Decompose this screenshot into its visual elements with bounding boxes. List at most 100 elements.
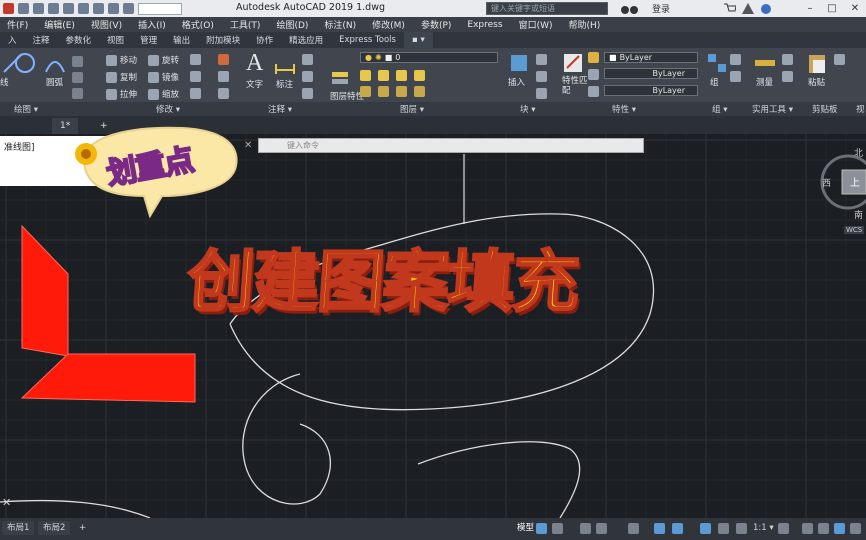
a360-icon[interactable]	[742, 3, 754, 14]
tab-more-icon[interactable]: ▪ ▾	[403, 32, 433, 48]
match-properties-label[interactable]: 特性匹配	[562, 76, 588, 96]
group-edit-icon[interactable]	[730, 71, 741, 82]
panel-properties[interactable]: 特性 ▾	[612, 103, 636, 115]
tab-layout1[interactable]: 布局1	[2, 521, 35, 535]
layer-isolate-icon[interactable]	[414, 70, 425, 81]
panel-block[interactable]: 块 ▾	[520, 103, 535, 115]
redo-icon[interactable]	[123, 3, 134, 14]
panel-group[interactable]: 组 ▾	[712, 103, 727, 115]
move-button[interactable]: 移动	[106, 54, 137, 66]
ortho-icon[interactable]	[580, 523, 591, 534]
color-palette-icon[interactable]	[588, 52, 599, 63]
layer-previous-icon[interactable]	[378, 86, 389, 97]
snap-icon[interactable]	[552, 523, 563, 534]
compass-west[interactable]: 西	[822, 176, 831, 189]
copy-button[interactable]: 复制	[106, 71, 137, 83]
menu-parametric[interactable]: 参数(P)	[414, 18, 460, 31]
tab-annotate[interactable]: 注释	[25, 34, 58, 46]
attribute-icon[interactable]	[536, 88, 547, 99]
customize-icon[interactable]	[850, 523, 861, 534]
mirror-button[interactable]: 镜像	[148, 71, 179, 83]
measure-label[interactable]: 测量	[756, 76, 773, 88]
isodraft-icon[interactable]	[628, 523, 639, 534]
isolate-objects-icon[interactable]	[834, 523, 845, 534]
menu-insert[interactable]: 插入(I)	[131, 18, 175, 31]
menu-express[interactable]: Express	[460, 20, 511, 30]
tab-collaborate[interactable]: 协作	[248, 34, 281, 46]
menu-format[interactable]: 格式(O)	[175, 18, 223, 31]
insert-label[interactable]: 插入	[508, 76, 525, 88]
command-input[interactable]: 键入命令	[258, 138, 644, 153]
menu-dimension[interactable]: 标注(N)	[317, 18, 365, 31]
menu-help[interactable]: 帮助(H)	[561, 18, 609, 31]
save-as-icon[interactable]	[63, 3, 74, 14]
lineweight-icon[interactable]	[588, 86, 599, 97]
help-icon[interactable]	[760, 3, 772, 14]
model-space-button[interactable]: 模型	[512, 521, 539, 535]
table-icon[interactable]	[302, 71, 313, 82]
menu-window[interactable]: 窗口(W)	[512, 18, 562, 31]
menu-edit[interactable]: 编辑(E)	[37, 18, 84, 31]
paste-icon[interactable]	[806, 52, 828, 74]
polygon-icon[interactable]	[72, 88, 83, 99]
stretch-button[interactable]: 拉伸	[106, 88, 137, 100]
dimension-icon[interactable]	[274, 54, 296, 76]
ungroup-icon[interactable]	[730, 54, 741, 65]
tab-insert[interactable]: 入	[0, 34, 25, 46]
color-combo[interactable]: ■ ByLayer	[604, 52, 698, 63]
offset-icon[interactable]	[218, 88, 229, 99]
tab-express-tools[interactable]: Express Tools	[331, 35, 404, 45]
circle-icon[interactable]	[14, 52, 36, 74]
spline-curve-3[interactable]	[417, 441, 581, 518]
arc-label[interactable]: 圆弧	[46, 76, 63, 88]
layer-properties-label[interactable]: 图层特性	[330, 92, 364, 102]
tab-featured-apps[interactable]: 精选应用	[281, 34, 331, 46]
match-properties-icon[interactable]	[562, 52, 584, 74]
hatch-horizontal-leg[interactable]	[20, 353, 196, 403]
print-icon[interactable]	[93, 3, 104, 14]
cart-icon[interactable]	[724, 3, 736, 14]
scale-button[interactable]: 缩放	[148, 88, 179, 100]
leader-icon[interactable]	[302, 54, 313, 65]
menu-view[interactable]: 视图(V)	[84, 18, 131, 31]
linetype-combo[interactable]: ByLayer	[604, 68, 698, 79]
grid-icon[interactable]	[536, 523, 547, 534]
undo-icon[interactable]	[108, 3, 119, 14]
lineweight-combo[interactable]: ByLayer	[604, 85, 698, 96]
minimize-button[interactable]: –	[800, 0, 820, 17]
layer-match-icon[interactable]	[360, 86, 371, 97]
object-snap-icon[interactable]	[672, 523, 683, 534]
compass-south[interactable]: 南	[854, 208, 863, 221]
group-icon[interactable]	[706, 52, 728, 74]
wcs-menu[interactable]: WCS	[844, 226, 865, 234]
units-icon[interactable]	[818, 523, 829, 534]
workspace-gear-icon[interactable]	[778, 523, 789, 534]
annotation-scale-icon[interactable]	[736, 523, 747, 534]
polar-icon[interactable]	[596, 523, 607, 534]
panel-draw[interactable]: 绘图 ▾	[14, 103, 38, 115]
layer-merge-icon[interactable]	[414, 86, 425, 97]
panel-modify[interactable]: 修改 ▾	[156, 103, 180, 115]
new-icon[interactable]	[18, 3, 29, 14]
add-layout-button[interactable]: +	[74, 521, 91, 535]
app-menu-icon[interactable]	[3, 3, 14, 14]
panel-view[interactable]: 视	[856, 103, 865, 115]
copy-clip-icon[interactable]	[834, 54, 845, 65]
rotate-button[interactable]: 旋转	[148, 54, 179, 66]
panel-utilities[interactable]: 实用工具 ▾	[752, 103, 793, 115]
hatch-icon[interactable]	[72, 72, 83, 83]
edit-block-icon[interactable]	[536, 71, 547, 82]
panel-annotation[interactable]: 注释 ▾	[268, 103, 292, 115]
panel-clipboard[interactable]: 剪贴板	[812, 103, 838, 115]
menu-modify[interactable]: 修改(M)	[365, 18, 414, 31]
create-block-icon[interactable]	[536, 54, 547, 65]
array-icon[interactable]	[190, 88, 201, 99]
panel-layers[interactable]: 图层 ▾	[400, 103, 424, 115]
erase-icon[interactable]	[218, 54, 229, 65]
quickselect-icon[interactable]	[782, 54, 793, 65]
object-snap-tracking-icon[interactable]	[654, 523, 665, 534]
workspace-select[interactable]	[138, 2, 182, 15]
text-icon[interactable]: A	[246, 50, 263, 77]
group-label[interactable]: 组	[710, 76, 719, 88]
layer-walk-icon[interactable]	[396, 86, 407, 97]
